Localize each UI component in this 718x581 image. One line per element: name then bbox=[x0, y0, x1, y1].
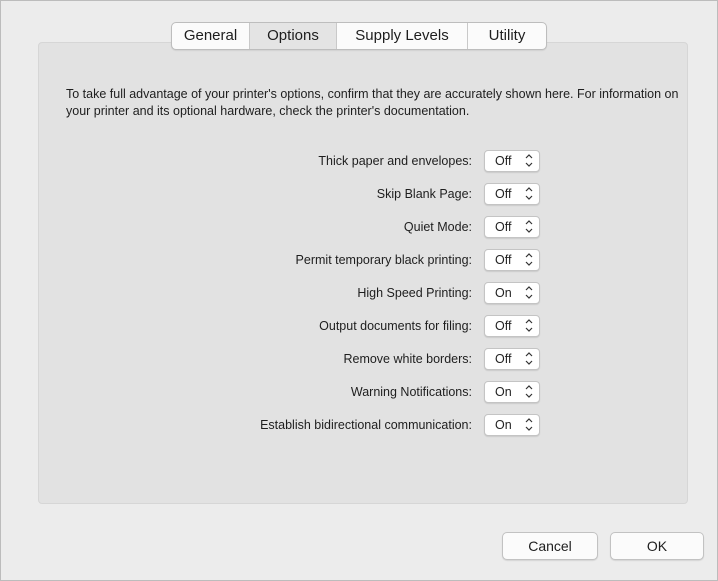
option-label: Warning Notifications: bbox=[350, 385, 472, 399]
option-label: Thick paper and envelopes: bbox=[318, 154, 472, 168]
up-down-chevron-icon bbox=[525, 352, 533, 365]
cancel-button[interactable]: Cancel bbox=[502, 532, 598, 560]
option-label: Skip Blank Page: bbox=[376, 187, 472, 201]
up-down-chevron-icon bbox=[525, 187, 533, 200]
tab-general[interactable]: General bbox=[172, 23, 250, 49]
up-down-chevron-icon bbox=[525, 418, 533, 431]
option-row-skip-blank-page: Skip Blank Page: Off bbox=[0, 183, 718, 207]
option-row-white-borders: Remove white borders: Off bbox=[0, 348, 718, 372]
tab-bar: General Options Supply Levels Utility bbox=[171, 22, 547, 50]
warning-notifications-select[interactable]: On bbox=[484, 381, 540, 403]
option-label: Quiet Mode: bbox=[403, 220, 472, 234]
select-value: Off bbox=[495, 352, 512, 366]
select-value: On bbox=[495, 418, 512, 432]
tab-supply-levels[interactable]: Supply Levels bbox=[337, 23, 468, 49]
skip-blank-page-select[interactable]: Off bbox=[484, 183, 540, 205]
up-down-chevron-icon bbox=[525, 286, 533, 299]
up-down-chevron-icon bbox=[525, 220, 533, 233]
ok-button[interactable]: OK bbox=[610, 532, 704, 560]
options-description: To take full advantage of your printer's… bbox=[66, 87, 679, 118]
remove-white-borders-select[interactable]: Off bbox=[484, 348, 540, 370]
option-label: Permit temporary black printing: bbox=[295, 253, 472, 267]
thick-paper-select[interactable]: Off bbox=[484, 150, 540, 172]
select-value: Off bbox=[495, 154, 512, 168]
high-speed-printing-select[interactable]: On bbox=[484, 282, 540, 304]
up-down-chevron-icon bbox=[525, 253, 533, 266]
select-value: Off bbox=[495, 187, 512, 201]
up-down-chevron-icon bbox=[525, 319, 533, 332]
select-value: On bbox=[495, 385, 512, 399]
select-value: Off bbox=[495, 253, 512, 267]
option-row-output-filing: Output documents for filing: Off bbox=[0, 315, 718, 339]
option-row-high-speed: High Speed Printing: On bbox=[0, 282, 718, 306]
option-label: Output documents for filing: bbox=[319, 319, 472, 333]
bidirectional-communication-select[interactable]: On bbox=[484, 414, 540, 436]
select-value: Off bbox=[495, 319, 512, 333]
option-row-warning-notifications: Warning Notifications: On bbox=[0, 381, 718, 405]
temporary-black-printing-select[interactable]: Off bbox=[484, 249, 540, 271]
up-down-chevron-icon bbox=[525, 154, 533, 167]
option-row-quiet-mode: Quiet Mode: Off bbox=[0, 216, 718, 240]
up-down-chevron-icon bbox=[525, 385, 533, 398]
option-label: Establish bidirectional communication: bbox=[260, 418, 472, 432]
tab-utility[interactable]: Utility bbox=[468, 23, 546, 49]
quiet-mode-select[interactable]: Off bbox=[484, 216, 540, 238]
option-row-thick-paper: Thick paper and envelopes: Off bbox=[0, 150, 718, 174]
option-row-bidirectional: Establish bidirectional communication: O… bbox=[0, 414, 718, 438]
output-filing-select[interactable]: Off bbox=[484, 315, 540, 337]
option-label: High Speed Printing: bbox=[357, 286, 472, 300]
tab-options[interactable]: Options bbox=[250, 23, 337, 49]
select-value: Off bbox=[495, 220, 512, 234]
option-label: Remove white borders: bbox=[343, 352, 472, 366]
option-row-temporary-black: Permit temporary black printing: Off bbox=[0, 249, 718, 273]
select-value: On bbox=[495, 286, 512, 300]
